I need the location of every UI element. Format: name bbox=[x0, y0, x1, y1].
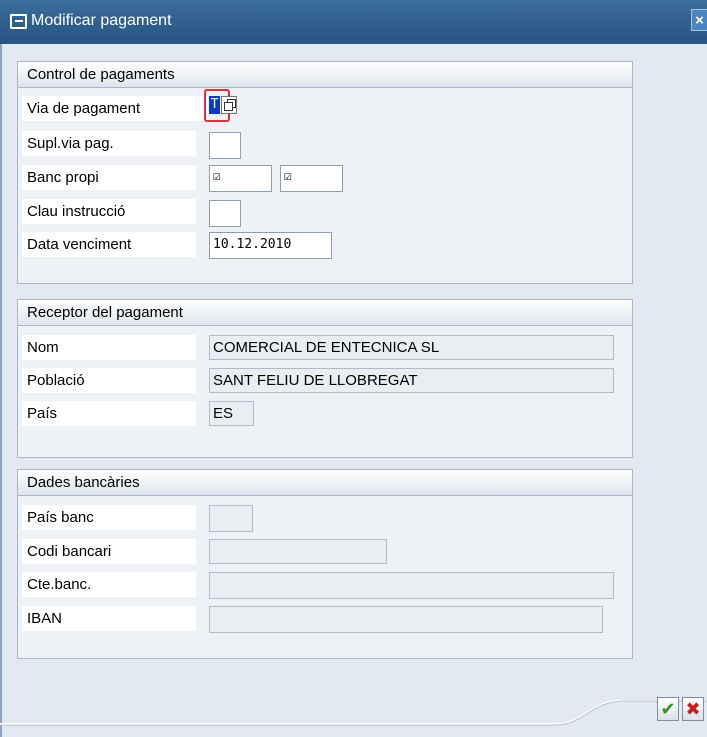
nom-label: Nom bbox=[22, 335, 196, 360]
value-help-icon[interactable] bbox=[221, 96, 237, 114]
clau-instruccio-field[interactable] bbox=[209, 200, 241, 227]
checkbox-checked-icon: ☑ bbox=[284, 169, 292, 184]
poblacio-label: Població bbox=[22, 368, 196, 393]
pais-banc-label: País banc bbox=[22, 505, 196, 530]
clau-instruccio-label: Clau instrucció bbox=[22, 199, 196, 224]
pais-banc-field[interactable] bbox=[209, 505, 253, 532]
supl-via-label: Supl.via pag. bbox=[22, 131, 196, 156]
row-poblacio: Població SANT FELIU DE LLOBREGAT bbox=[18, 368, 632, 394]
group-heading: Dades bancàries bbox=[18, 470, 632, 496]
banc-propi-field-2[interactable]: ☑ bbox=[280, 165, 343, 192]
pais-field[interactable]: ES bbox=[209, 401, 254, 426]
cancel-x-icon: ✖ bbox=[685, 699, 701, 719]
banc-propi-label: Banc propi bbox=[22, 165, 196, 190]
row-banc-propi: Banc propi ☑ ☑ bbox=[18, 165, 632, 192]
data-venciment-label: Data venciment bbox=[22, 232, 196, 257]
window-border bbox=[0, 44, 2, 737]
row-supl-via: Supl.via pag. bbox=[18, 131, 632, 159]
row-data-venciment: Data venciment 10.12.2010 bbox=[18, 232, 632, 259]
group-heading: Receptor del pagament bbox=[18, 300, 632, 326]
row-pais: País ES bbox=[18, 401, 632, 427]
edit-window-icon bbox=[10, 14, 27, 29]
cancel-button[interactable]: ✖ bbox=[682, 697, 704, 721]
window-title: Modificar pagament bbox=[31, 12, 172, 29]
iban-field[interactable] bbox=[209, 606, 603, 633]
via-pagament-label: Via de pagament bbox=[22, 96, 208, 121]
cte-banc-field[interactable] bbox=[209, 572, 614, 599]
cte-banc-label: Cte.banc. bbox=[22, 572, 196, 597]
group-heading: Control de pagaments bbox=[18, 62, 632, 88]
pais-label: País bbox=[22, 401, 196, 426]
supl-via-field[interactable] bbox=[209, 132, 241, 159]
data-venciment-field[interactable]: 10.12.2010 bbox=[209, 232, 332, 259]
nom-field[interactable]: COMERCIAL DE ENTECNICA SL bbox=[209, 335, 614, 360]
row-codi-bancari: Codi bancari bbox=[18, 539, 632, 565]
row-iban: IBAN bbox=[18, 606, 632, 633]
poblacio-field[interactable]: SANT FELIU DE LLOBREGAT bbox=[209, 368, 614, 393]
row-via-pagament: Via de pagament T bbox=[18, 89, 632, 122]
group-control-pagaments: Control de pagaments Via de pagament T S… bbox=[17, 61, 633, 284]
row-nom: Nom COMERCIAL DE ENTECNICA SL bbox=[18, 335, 632, 361]
checkmark-icon: ✔ bbox=[660, 699, 676, 719]
checkbox-checked-icon: ☑ bbox=[213, 169, 221, 184]
row-clau-instruccio: Clau instrucció bbox=[18, 199, 632, 227]
iban-label: IBAN bbox=[22, 606, 196, 631]
codi-bancari-label: Codi bancari bbox=[22, 539, 196, 564]
confirm-button[interactable]: ✔ bbox=[657, 697, 679, 721]
codi-bancari-field[interactable] bbox=[209, 539, 387, 564]
row-pais-banc: País banc bbox=[18, 505, 632, 532]
group-receptor: Receptor del pagament Nom COMERCIAL DE E… bbox=[17, 299, 633, 458]
banc-propi-field-1[interactable]: ☑ bbox=[209, 165, 272, 192]
title-bar: Modificar pagament × bbox=[0, 0, 707, 44]
via-pagament-field[interactable]: T bbox=[209, 96, 220, 114]
row-cte-banc: Cte.banc. bbox=[18, 572, 632, 599]
group-dades-bancaries: Dades bancàries País banc Codi bancari C… bbox=[17, 469, 633, 659]
toolbar-separator-curve bbox=[0, 700, 707, 726]
close-button[interactable]: × bbox=[691, 9, 707, 31]
